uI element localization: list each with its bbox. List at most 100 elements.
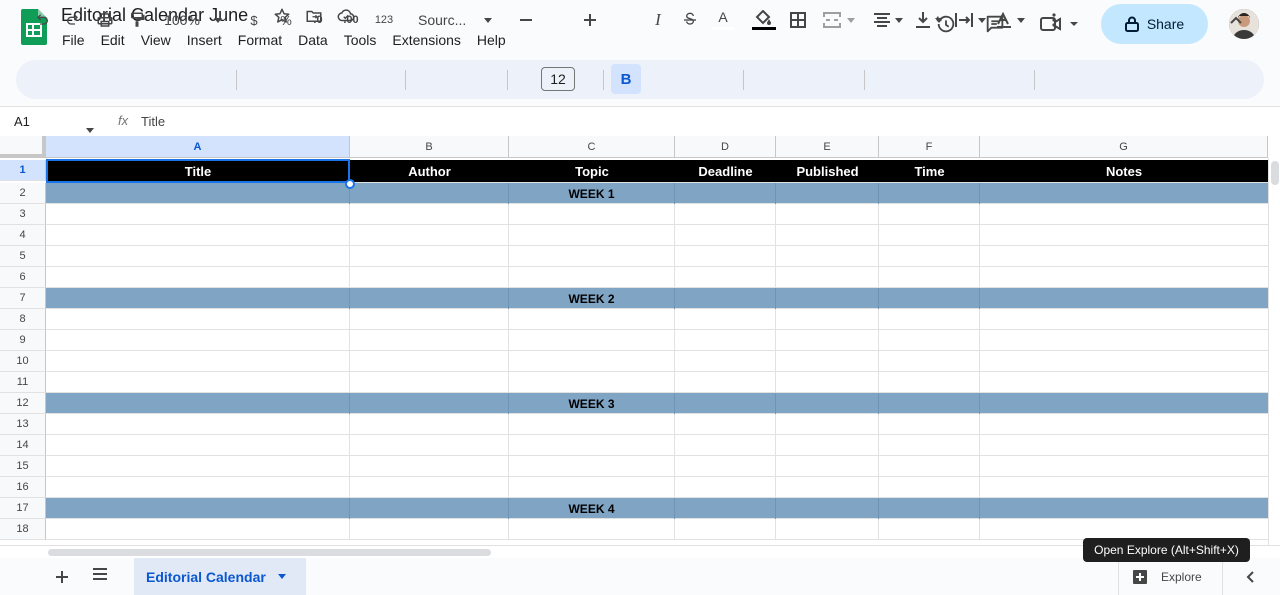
header-cell-author[interactable]: Author bbox=[350, 160, 509, 183]
merge-cells-icon[interactable] bbox=[820, 6, 858, 34]
row-header[interactable]: 12 bbox=[0, 393, 46, 414]
column-header-a[interactable]: A bbox=[46, 136, 350, 158]
more-options-icon[interactable] bbox=[1045, 6, 1063, 34]
table-row[interactable] bbox=[46, 246, 1268, 267]
table-row[interactable] bbox=[46, 519, 1268, 540]
formula-input[interactable]: Title bbox=[141, 114, 165, 129]
table-row[interactable] bbox=[46, 414, 1268, 435]
column-header-f[interactable]: F bbox=[879, 136, 980, 158]
week-row[interactable]: WEEK 4 bbox=[46, 498, 1268, 519]
table-row[interactable] bbox=[46, 330, 1268, 351]
table-row[interactable] bbox=[46, 435, 1268, 456]
chevron-down-icon[interactable] bbox=[277, 574, 286, 579]
font-select[interactable]: Sourc... bbox=[418, 6, 496, 34]
divider bbox=[864, 70, 865, 90]
fill-color-icon[interactable] bbox=[751, 6, 777, 34]
decrease-decimal-button[interactable]: .0 bbox=[308, 6, 328, 34]
formula-bar: A1 fx Title bbox=[0, 106, 1280, 136]
table-row[interactable] bbox=[46, 351, 1268, 372]
vertical-align-icon[interactable] bbox=[912, 6, 946, 34]
row-header[interactable]: 8 bbox=[0, 309, 46, 330]
explore-tooltip: Open Explore (Alt+Shift+X) bbox=[1083, 538, 1250, 562]
header-cell-time[interactable]: Time bbox=[879, 160, 980, 183]
table-row[interactable] bbox=[46, 204, 1268, 225]
explore-button[interactable]: Explore bbox=[1118, 558, 1223, 595]
week-row[interactable]: WEEK 1 bbox=[46, 183, 1268, 204]
row-header[interactable]: 14 bbox=[0, 435, 46, 456]
vertical-scrollbar[interactable] bbox=[1268, 158, 1280, 545]
column-header-b[interactable]: B bbox=[350, 136, 509, 158]
header-cell-topic[interactable]: Topic bbox=[509, 160, 675, 183]
scroll-thumb[interactable] bbox=[1271, 161, 1279, 185]
header-cell-published[interactable]: Published bbox=[776, 160, 879, 183]
number-format-button[interactable]: 123 bbox=[372, 6, 396, 34]
divider bbox=[743, 70, 744, 90]
currency-button[interactable]: $ bbox=[246, 6, 262, 34]
row-header[interactable]: 11 bbox=[0, 372, 46, 393]
row-header[interactable]: 4 bbox=[0, 225, 46, 246]
lock-icon bbox=[1124, 16, 1139, 32]
week-label: WEEK 1 bbox=[568, 186, 615, 201]
week-label: WEEK 3 bbox=[568, 396, 615, 411]
text-wrapping-icon[interactable] bbox=[952, 6, 988, 34]
borders-icon[interactable] bbox=[788, 6, 808, 34]
bold-button[interactable]: B bbox=[611, 64, 641, 94]
row-header[interactable]: 10 bbox=[0, 351, 46, 372]
sheet-tab-editorial-calendar[interactable]: Editorial Calendar bbox=[134, 558, 306, 595]
decrease-font-size-icon[interactable] bbox=[518, 6, 534, 34]
row-header[interactable]: 9 bbox=[0, 330, 46, 351]
row-header[interactable]: 3 bbox=[0, 204, 46, 225]
table-row[interactable] bbox=[46, 477, 1268, 498]
paint-format-icon[interactable] bbox=[127, 6, 147, 34]
row-header[interactable]: 5 bbox=[0, 246, 46, 267]
row-header[interactable]: 2 bbox=[0, 183, 46, 204]
percent-button[interactable]: % bbox=[278, 6, 294, 34]
week-row[interactable]: WEEK 3 bbox=[46, 393, 1268, 414]
horizontal-align-icon[interactable] bbox=[871, 6, 905, 34]
header-cell-deadline[interactable]: Deadline bbox=[675, 160, 776, 183]
row-header[interactable]: 17 bbox=[0, 498, 46, 519]
header-cell-notes[interactable]: Notes bbox=[980, 160, 1268, 183]
chevron-left-icon[interactable] bbox=[1242, 568, 1260, 586]
all-sheets-icon[interactable] bbox=[91, 567, 111, 587]
divider bbox=[603, 70, 604, 90]
table-row[interactable] bbox=[46, 372, 1268, 393]
font-size-input[interactable]: 12 bbox=[541, 67, 575, 91]
column-header-g[interactable]: G bbox=[980, 136, 1268, 158]
collapse-toolbar-icon[interactable] bbox=[1226, 6, 1246, 34]
table-row[interactable] bbox=[46, 267, 1268, 288]
font-name: Sourc... bbox=[418, 12, 467, 28]
table-row[interactable] bbox=[46, 309, 1268, 330]
column-header-d[interactable]: D bbox=[675, 136, 776, 158]
select-all-corner[interactable] bbox=[0, 136, 46, 158]
italic-button[interactable]: I bbox=[650, 6, 666, 34]
row-header[interactable]: 16 bbox=[0, 477, 46, 498]
name-box[interactable]: A1 bbox=[14, 114, 30, 129]
column-header-e[interactable]: E bbox=[776, 136, 879, 158]
row-header[interactable]: 1 bbox=[0, 160, 46, 181]
row-header[interactable]: 7 bbox=[0, 288, 46, 309]
fx-icon: fx bbox=[118, 113, 129, 128]
increase-decimal-button[interactable]: .00 bbox=[340, 6, 362, 34]
table-row[interactable] bbox=[46, 225, 1268, 246]
fill-handle[interactable] bbox=[345, 179, 355, 189]
scroll-thumb[interactable] bbox=[48, 549, 491, 556]
strikethrough-icon[interactable] bbox=[680, 6, 700, 34]
week-row[interactable]: WEEK 2 bbox=[46, 288, 1268, 309]
text-rotation-icon[interactable] bbox=[993, 6, 1027, 34]
undo-icon[interactable] bbox=[32, 6, 52, 34]
column-header-c[interactable]: C bbox=[509, 136, 675, 158]
row-header[interactable]: 15 bbox=[0, 456, 46, 477]
redo-icon[interactable] bbox=[63, 6, 83, 34]
row-header[interactable]: 6 bbox=[0, 267, 46, 288]
print-icon[interactable] bbox=[95, 6, 115, 34]
increase-font-size-icon[interactable] bbox=[582, 6, 598, 34]
row-header[interactable]: 18 bbox=[0, 519, 46, 540]
text-color-button[interactable]: A bbox=[711, 6, 735, 34]
row-header[interactable]: 13 bbox=[0, 414, 46, 435]
share-button[interactable]: Share bbox=[1101, 4, 1208, 44]
add-sheet-icon[interactable] bbox=[52, 567, 72, 587]
zoom-select[interactable]: 100% bbox=[162, 6, 224, 34]
table-row[interactable] bbox=[46, 456, 1268, 477]
spreadsheet-grid[interactable]: A B C D E F G 1 2 3 4 5 6 7 8 9 10 11 12… bbox=[0, 136, 1280, 545]
